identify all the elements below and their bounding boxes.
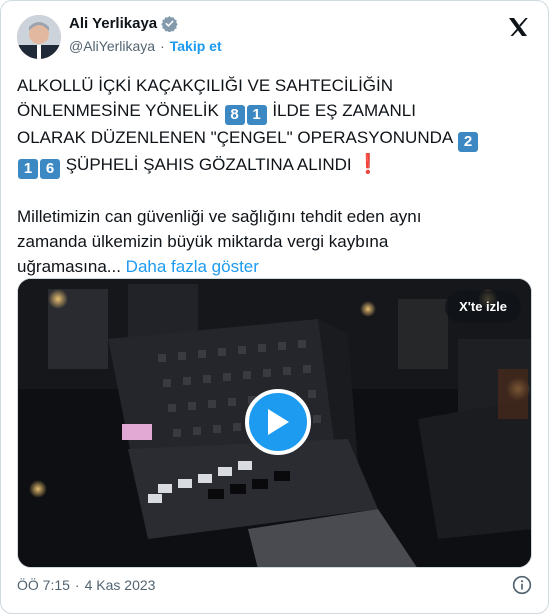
watch-on-x-button[interactable]: X'te izle (445, 291, 521, 323)
exclamation-icon: ❗ (356, 154, 381, 175)
tweet-line-1: ALKOLLÜ İÇKİ KAÇAKÇILIĞI VE SAHTECİLİĞİN (17, 76, 394, 95)
tweet-time[interactable]: ÖÖ 7:15 (17, 577, 70, 593)
tweet-card: Ali Yerlikaya @AliYerlikaya · Takip et A… (0, 0, 549, 614)
play-button[interactable] (245, 389, 311, 455)
x-logo-icon[interactable] (506, 15, 530, 39)
author-handle[interactable]: @AliYerlikaya (69, 38, 155, 54)
tweet-footer: ÖÖ 7:15 · 4 Kas 2023 (17, 577, 155, 593)
handle-row: @AliYerlikaya · Takip et (69, 38, 222, 54)
keycap-1-icon: 1 (246, 105, 267, 125)
show-more-link[interactable]: Daha fazla göster (126, 257, 259, 276)
info-icon[interactable] (512, 575, 532, 595)
keycap-6-icon: 6 (40, 159, 60, 179)
tweet-line-3: OLARAK DÜZENLENEN "ÇENGEL" OPERASYONUNDA (17, 128, 458, 147)
keycap-8-icon: 8 (224, 105, 245, 125)
author-name[interactable]: Ali Yerlikaya (69, 15, 157, 32)
author-name-row: Ali Yerlikaya (69, 15, 178, 32)
separator: · (160, 38, 165, 54)
tweet-line-2-end: İLDE EŞ ZAMANLI (267, 101, 416, 120)
tweet-line-2-start: ÖNLENMESİNE YÖNELİK (17, 101, 224, 120)
play-icon (268, 409, 289, 435)
tweet-line-4: ŞÜPHELİ ŞAHIS GÖZALTINA ALINDI (61, 155, 357, 174)
follow-button[interactable]: Takip et (170, 38, 222, 54)
separator: · (74, 577, 80, 593)
tweet-date[interactable]: 4 Kas 2023 (85, 577, 156, 593)
keycap-1-icon: 1 (18, 159, 38, 179)
keycap-2-icon: 2 (458, 132, 479, 152)
tweet-text: ALKOLLÜ İÇKİ KAÇAKÇILIĞI VE SAHTECİLİĞİN… (17, 73, 532, 279)
avatar[interactable] (17, 15, 61, 59)
verified-badge-icon (161, 16, 178, 32)
video-player[interactable]: X'te izle (17, 278, 532, 568)
